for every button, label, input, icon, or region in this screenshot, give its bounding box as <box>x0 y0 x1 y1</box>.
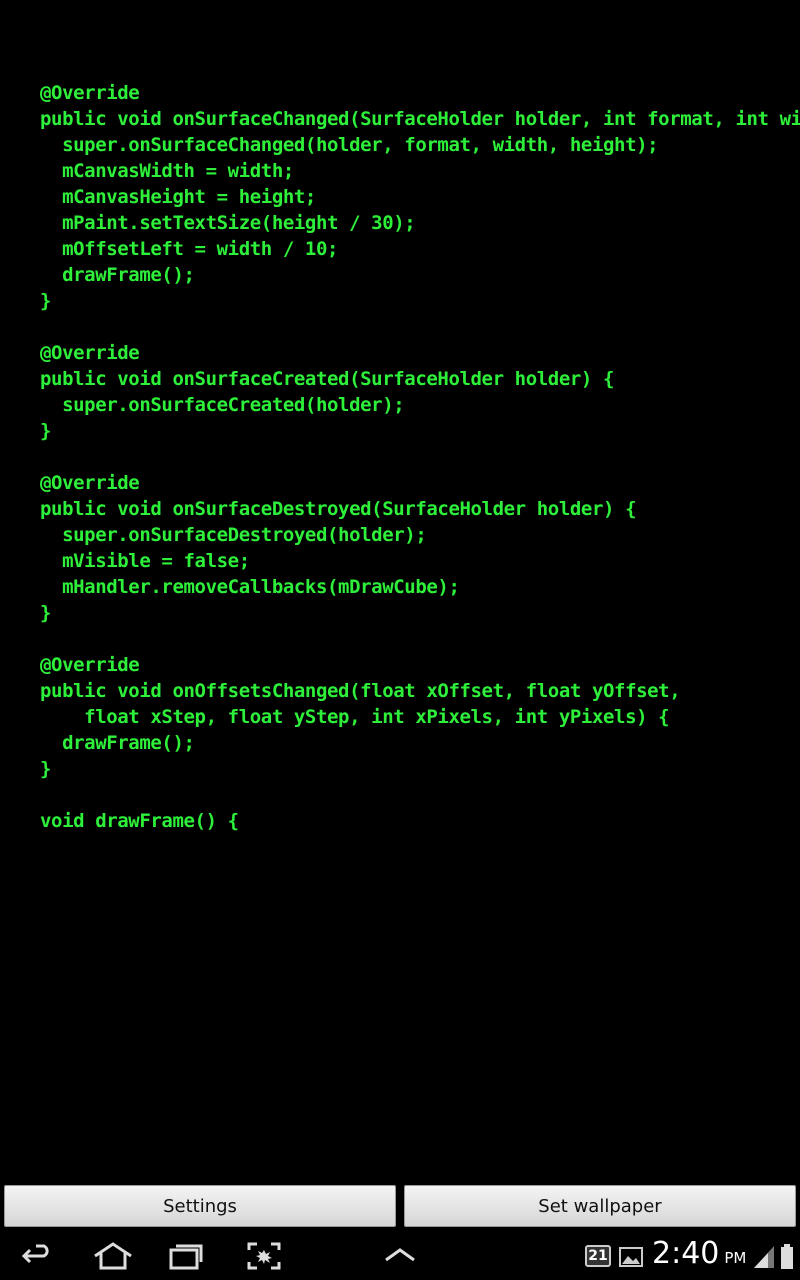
signal-icon <box>752 1240 776 1272</box>
status-clock[interactable]: 2:40 PM <box>652 1236 746 1276</box>
code-line: public void onSurfaceDestroyed(SurfaceHo… <box>40 498 637 520</box>
recent-apps-icon[interactable] <box>168 1240 204 1272</box>
code-line: @Override <box>40 342 140 364</box>
notification-badge[interactable]: 21 <box>585 1245 611 1267</box>
code-line: float xStep, float yStep, int xPixels, i… <box>40 706 670 728</box>
code-line: drawFrame(); <box>40 732 195 754</box>
gallery-icon <box>618 1240 644 1272</box>
chevron-up-icon[interactable] <box>382 1240 418 1272</box>
code-line: void drawFrame() { <box>40 810 239 832</box>
set-wallpaper-button[interactable]: Set wallpaper <box>404 1185 796 1227</box>
code-line: drawFrame(); <box>40 264 195 286</box>
clock-time: 2:40 <box>652 1236 720 1271</box>
code-line: @Override <box>40 472 140 494</box>
code-line: public void onSurfaceChanged(SurfaceHold… <box>40 108 800 130</box>
code-line: mPaint.setTextSize(height / 30); <box>40 212 416 234</box>
code-wallpaper-preview: @Override public void onSurfaceChanged(Su… <box>40 80 800 1180</box>
code-line: public void onSurfaceCreated(SurfaceHold… <box>40 368 615 390</box>
system-navigation-bar: 21 2:40 PM <box>0 1232 800 1280</box>
code-line: } <box>40 758 52 780</box>
code-line: mOffsetLeft = width / 10; <box>40 238 339 260</box>
battery-icon <box>778 1240 796 1272</box>
code-line: } <box>40 420 52 442</box>
code-line: mCanvasHeight = height; <box>40 186 316 208</box>
code-line: public void onOffsetsChanged(float xOffs… <box>40 680 681 702</box>
action-bar: Settings Set wallpaper <box>0 1183 800 1229</box>
code-line: @Override <box>40 82 140 104</box>
code-line: super.onSurfaceDestroyed(holder); <box>40 524 427 546</box>
home-icon[interactable] <box>92 1240 134 1272</box>
code-line: @Override <box>40 654 140 676</box>
code-line: } <box>40 290 52 312</box>
screenshot-icon[interactable] <box>246 1240 282 1272</box>
clock-ampm: PM <box>724 1249 747 1267</box>
code-line: } <box>40 602 52 624</box>
code-line: mVisible = false; <box>40 550 250 572</box>
settings-button[interactable]: Settings <box>4 1185 396 1227</box>
code-line: super.onSurfaceChanged(holder, format, w… <box>40 134 659 156</box>
code-line: mHandler.removeCallbacks(mDrawCube); <box>40 576 460 598</box>
code-line: super.onSurfaceCreated(holder); <box>40 394 405 416</box>
back-icon[interactable] <box>20 1240 56 1272</box>
code-line: mCanvasWidth = width; <box>40 160 294 182</box>
